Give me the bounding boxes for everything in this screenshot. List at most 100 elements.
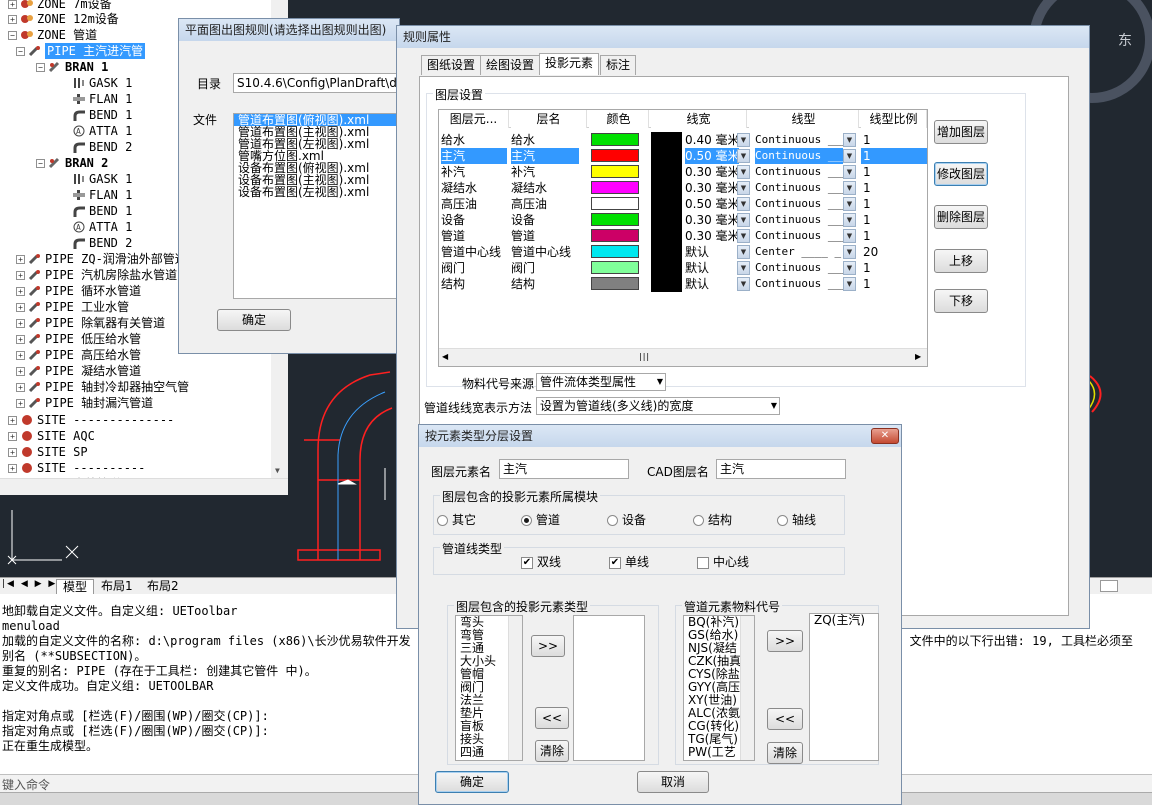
types-scrollbar[interactable] — [508, 616, 522, 760]
chevron-down-icon[interactable]: ▼ — [843, 133, 856, 147]
chevron-down-icon[interactable]: ▼ — [737, 197, 750, 211]
tree-node[interactable]: A ATTA 1 — [60, 219, 132, 235]
chevron-down-icon[interactable]: ▼ — [737, 181, 750, 195]
expander-icon[interactable]: − — [16, 46, 25, 56]
chevron-down-icon[interactable]: ▼ — [737, 277, 750, 291]
tree-node[interactable]: GASK 1 — [60, 75, 132, 91]
selected-types-list[interactable] — [573, 615, 645, 761]
selected-codes-list[interactable]: ZQ(主汽) — [809, 613, 879, 761]
chevron-down-icon[interactable]: ▼ — [737, 261, 750, 275]
tree-node[interactable]: + SITE -------------- — [8, 412, 174, 428]
layer-row[interactable]: 高压油 高压油 0.50 毫米 ▼ Continuous ___ ▼ 1 — [439, 196, 927, 212]
chevron-down-icon[interactable]: ▼ — [737, 133, 750, 147]
tree-node[interactable]: BEND 1 — [60, 203, 132, 219]
chevron-down-icon[interactable]: ▼ — [843, 181, 856, 195]
chevron-down-icon[interactable]: ▼ — [843, 213, 856, 227]
close-icon[interactable]: ✕ — [871, 428, 899, 444]
tree-node[interactable]: + SITE AQC — [8, 428, 95, 444]
layer-row[interactable]: 凝结水 凝结水 0.30 毫米 ▼ Continuous ___ ▼ 1 — [439, 180, 927, 196]
layer-column-header[interactable]: 线宽 — [651, 110, 747, 128]
file-list-item[interactable]: 设备布置图(左视图).xml — [234, 186, 400, 198]
expander-icon[interactable]: − — [8, 30, 17, 40]
viewcube-east-label[interactable]: 东 — [1118, 30, 1132, 50]
layer-column-header[interactable]: 层名 — [511, 110, 587, 128]
chevron-down-icon[interactable]: ▼ — [843, 261, 856, 275]
chevron-down-icon[interactable]: ▼ — [843, 245, 856, 259]
chevron-down-icon[interactable]: ▼ — [843, 149, 856, 163]
tree-node[interactable]: − BRAN 2 — [36, 155, 108, 171]
expander-icon[interactable]: + — [16, 382, 25, 392]
layer-row[interactable]: 设备 设备 0.30 毫米 ▼ Continuous ___ ▼ 1 — [439, 212, 927, 228]
clear-codes-button[interactable]: 清除 — [767, 742, 803, 764]
elem-ok-button[interactable]: 确定 — [435, 771, 509, 793]
tree-node[interactable]: + SITE SP — [8, 444, 88, 460]
tree-node[interactable]: GASK 1 — [60, 171, 132, 187]
chevron-down-icon[interactable]: ▼ — [843, 277, 856, 291]
scroll-left-arrow-icon[interactable]: ◀ — [442, 352, 448, 361]
chevron-down-icon[interactable]: ▼ — [843, 229, 856, 243]
tab-drawing-settings[interactable]: 图纸设置 — [421, 55, 482, 75]
tree-node[interactable]: A ATTA 1 — [60, 123, 132, 139]
linetype-checkbox[interactable]: 中心线 — [697, 555, 749, 569]
expander-icon[interactable]: + — [16, 302, 25, 312]
expander-icon[interactable]: + — [16, 270, 25, 280]
layer-color-swatch[interactable] — [591, 149, 639, 162]
layout-nav-arrows-icon[interactable]: |◀ ◀ ▶ ▶| — [2, 579, 62, 589]
add-type-button[interactable]: >> — [531, 635, 565, 657]
layer-color-swatch[interactable] — [591, 197, 639, 210]
linetype-checkbox[interactable]: ✔ 单线 — [609, 555, 649, 569]
clear-types-button[interactable]: 清除 — [535, 740, 569, 762]
tree-node[interactable]: + PIPE 凝结水管道 — [16, 363, 141, 379]
expander-icon[interactable]: − — [36, 158, 45, 168]
tree-horizontal-scrollbar[interactable] — [0, 478, 288, 495]
layer-color-swatch[interactable] — [591, 229, 639, 242]
layer-row[interactable]: 结构 结构 默认 ▼ Continuous ___ ▼ 1 — [439, 276, 927, 292]
layer-color-swatch[interactable] — [591, 165, 639, 178]
delete-layer-button[interactable]: 删除图层 — [934, 205, 988, 229]
tree-node[interactable]: BEND 2 — [60, 139, 132, 155]
layer-table-hscroll[interactable]: ◀ ||| ▶ — [439, 348, 927, 366]
layer-elem-field[interactable]: 主汽 — [499, 459, 629, 479]
layer-color-swatch[interactable] — [591, 277, 639, 290]
tree-node[interactable]: FLAN 1 — [60, 91, 132, 107]
layer-row[interactable]: 给水 给水 0.40 毫米 ▼ Continuous ___ ▼ 1 — [439, 132, 927, 148]
scroll-right-arrow-icon[interactable]: ▶ — [915, 352, 921, 361]
chevron-down-icon[interactable]: ▼ — [843, 197, 856, 211]
tree-node[interactable]: + PIPE ZQ-润滑油外部管道 — [16, 251, 187, 267]
layer-row[interactable]: 管道中心线 管道中心线 默认 ▼ Center ____ _ ▼ 20 — [439, 244, 927, 260]
expander-icon[interactable]: + — [16, 398, 25, 408]
remove-code-button[interactable]: << — [767, 708, 803, 730]
tree-node[interactable]: + PIPE 汽机房除盐水管道 — [16, 267, 177, 283]
tree-node[interactable]: − PIPE 主汽进汽管 — [16, 43, 146, 59]
modify-layer-button[interactable]: 修改图层 — [934, 162, 988, 186]
available-codes-list[interactable]: BQ(补汽) GS(给水) NJS(凝结 CZK(抽真空 CYS(除盐 GYY(高压 XY(… — [683, 615, 755, 761]
layer-column-header[interactable]: 颜色 — [589, 110, 649, 128]
available-types-list[interactable]: 弯头 弯管 三通 大小头 管帽 阀门 法兰 垫片 盲板 接头 四通 — [455, 615, 523, 761]
expander-icon[interactable]: + — [16, 254, 25, 264]
layer-color-swatch[interactable] — [591, 245, 639, 258]
layer-color-swatch[interactable] — [591, 213, 639, 226]
tree-node[interactable]: + ZONE 12m设备 — [8, 11, 119, 27]
tree-node[interactable]: + PIPE 轴封漏汽管道 — [16, 395, 153, 411]
tree-node[interactable]: + PIPE 低压给水管 — [16, 331, 141, 347]
chevron-down-icon[interactable]: ▼ — [737, 165, 750, 179]
module-radio[interactable]: 结构 — [693, 513, 732, 527]
tree-node[interactable]: + PIPE 循环水管道 — [16, 283, 141, 299]
chevron-down-icon[interactable]: ▼ — [737, 213, 750, 227]
tree-node[interactable]: + SITE ---------- — [8, 460, 145, 476]
linetype-checkbox[interactable]: ✔ 双线 — [521, 555, 561, 569]
layer-table[interactable]: 图层元... 层名 颜色 线宽 线型 线型比例 给水 给水 0.40 毫米 ▼ Continuou… — [438, 109, 928, 367]
expander-icon[interactable]: + — [8, 447, 17, 457]
tree-node[interactable]: − ZONE 管道 — [8, 27, 97, 43]
tree-node[interactable]: + PIPE 工业水管 — [16, 299, 129, 315]
linewidth-select[interactable]: 设置为管道线(多义线)的宽度 ▼ — [536, 397, 780, 415]
layer-column-header[interactable]: 图层元... — [439, 110, 509, 128]
layer-row[interactable]: 主汽 主汽 0.50 毫米 ▼ Continuous ___ ▼ 1 — [439, 148, 927, 164]
expander-icon[interactable]: − — [36, 62, 45, 72]
scroll-down-arrow-icon[interactable]: ▼ — [275, 466, 280, 475]
tab-projection-elements[interactable]: 投影元素 — [539, 53, 600, 75]
cad-layer-field[interactable]: 主汽 — [716, 459, 846, 479]
tab-model[interactable]: 模型 — [56, 579, 95, 594]
tab-layout1[interactable]: 布局1 — [95, 579, 139, 594]
tree-node[interactable]: BEND 2 — [60, 235, 132, 251]
